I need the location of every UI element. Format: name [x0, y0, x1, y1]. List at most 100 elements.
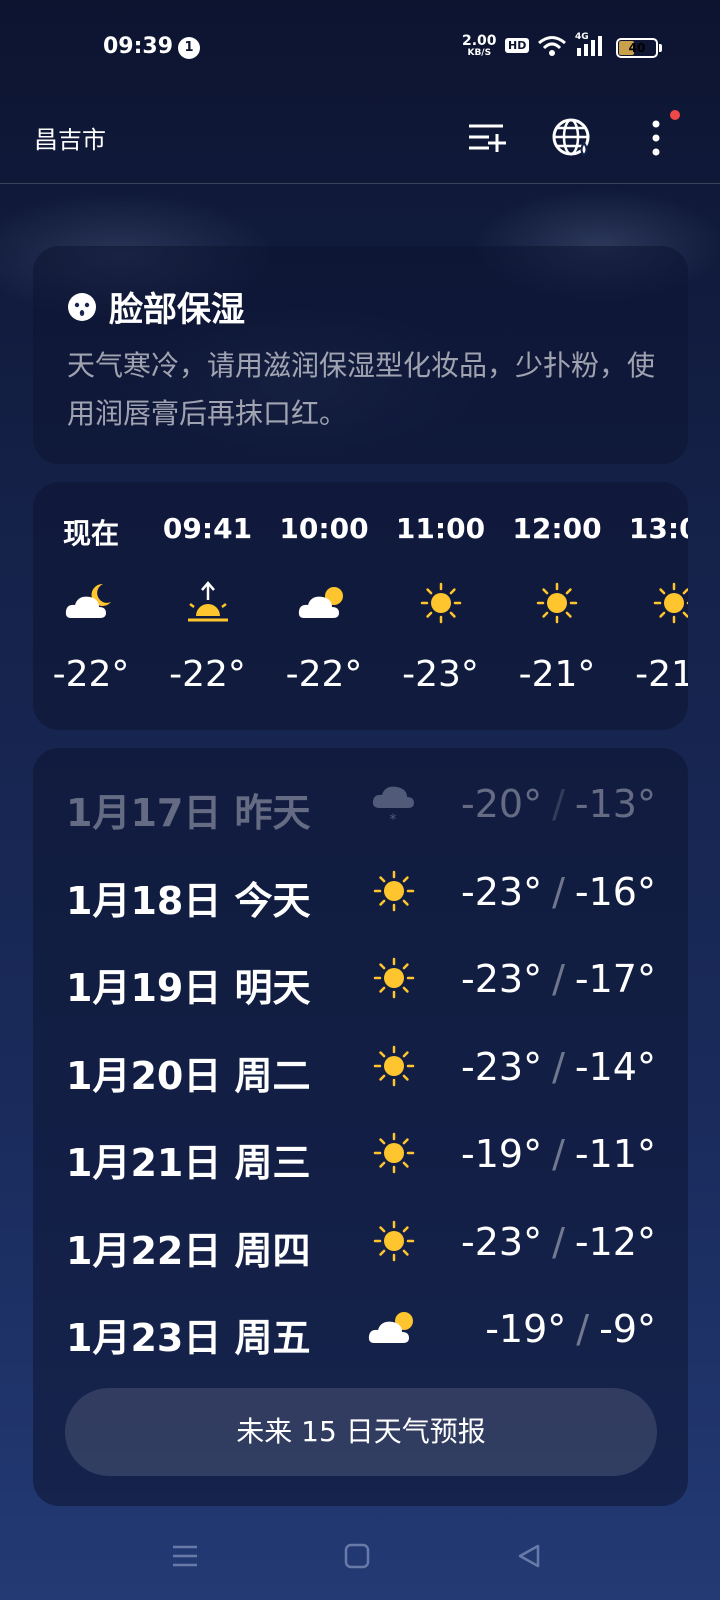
- tip-card[interactable]: 脸部保湿 天气寒冷，请用滋润保湿型化妆品，少扑粉，使用润唇膏后再抹口红。: [33, 246, 688, 464]
- sun-icon: [366, 1128, 422, 1178]
- partly-cloudy-night-icon: [63, 578, 119, 626]
- sun-icon: [366, 1041, 422, 1091]
- sun-icon: [366, 953, 422, 1003]
- network-speed: 2.00 KB/S: [462, 34, 497, 58]
- temp-separator: /: [552, 782, 565, 826]
- day-high: -11°: [574, 1132, 656, 1176]
- hour-column: 12:00 -21°: [499, 482, 615, 730]
- hour-temp: -21°: [635, 654, 688, 695]
- city-name[interactable]: 昌吉市: [34, 120, 106, 155]
- partly-cloudy-icon: [366, 1303, 422, 1353]
- status-time: 09:39: [103, 34, 174, 59]
- notification-badge: 1: [178, 37, 200, 59]
- day-row[interactable]: 1月20日 周二 -23° / -14°: [33, 1023, 688, 1111]
- day-row[interactable]: 1月21日 周三 -19° / -11°: [33, 1110, 688, 1198]
- tip-title: 脸部保湿: [109, 290, 245, 330]
- svg-text:*: *: [390, 812, 397, 828]
- day-date: 1月23日 周五: [66, 1316, 311, 1360]
- hour-temp: -22°: [285, 654, 363, 695]
- tip-title-row: 脸部保湿: [67, 282, 245, 331]
- sun-icon: [529, 578, 585, 626]
- tip-text: 天气寒冷，请用滋润保湿型化妆品，少扑粉，使用润唇膏后再抹口红。: [67, 349, 656, 430]
- battery-icon: 40: [616, 38, 658, 58]
- day-low: -23°: [461, 957, 543, 1001]
- day-low: -19°: [461, 1132, 543, 1176]
- day-temps: -23° / -12°: [461, 1220, 656, 1264]
- hour-label: 现在: [62, 517, 119, 550]
- day-temps: -23° / -16°: [461, 870, 656, 914]
- temp-separator: /: [552, 957, 565, 1001]
- day-high: -9°: [599, 1307, 656, 1351]
- hourly-forecast-card[interactable]: 现在 -22° 09:41 -22° 10:00 -22° 11:00 -23°…: [33, 482, 688, 730]
- hour-label: 11:00: [395, 512, 486, 545]
- notification-dot: [670, 110, 680, 120]
- temp-separator: /: [552, 1132, 565, 1176]
- day-high: -12°: [574, 1219, 656, 1264]
- status-bar: 09:39 1 2.00 KB/S HD 4G 40: [0, 0, 720, 96]
- sun-icon: [646, 578, 688, 626]
- day-low: -23°: [461, 1044, 543, 1089]
- hour-column: 10:00 -22°: [266, 482, 382, 730]
- day-date: 1月18日 今天: [66, 878, 311, 923]
- day-low: -23°: [461, 1219, 543, 1264]
- day-low: -23°: [461, 869, 543, 914]
- home-nav-icon[interactable]: [333, 1532, 381, 1580]
- more-icon[interactable]: [632, 114, 680, 162]
- day-temps: -23° / -17°: [461, 957, 656, 1001]
- sunrise-icon: [180, 578, 236, 626]
- forecast-15-day-button[interactable]: 未来 15 日天气预报: [65, 1388, 657, 1476]
- day-row[interactable]: 1月23日 周五 -19° / -9°: [33, 1285, 688, 1373]
- day-row[interactable]: 1月22日 周四 -23° / -12°: [33, 1198, 688, 1286]
- battery-cap: [659, 44, 662, 52]
- hour-label: 12:00: [512, 512, 602, 545]
- sun-icon: [413, 578, 469, 626]
- hour-temp: -21°: [518, 654, 596, 695]
- day-date: 1月21日 周三: [66, 1141, 311, 1185]
- hour-temp: -22°: [169, 654, 246, 695]
- hour-label: 10:00: [279, 512, 369, 545]
- day-low: -20°: [461, 782, 543, 826]
- hour-column: 现在 -22°: [33, 482, 149, 730]
- day-temps: -20° / -13°: [461, 782, 656, 826]
- partly-cloudy-icon: [296, 578, 352, 626]
- network-speed-value: 2.00: [462, 33, 497, 49]
- day-low: -19°: [485, 1307, 567, 1351]
- day-temps: -19° / -9°: [485, 1307, 656, 1351]
- temp-separator: /: [552, 1044, 565, 1089]
- temp-separator: /: [552, 869, 565, 914]
- day-row[interactable]: 1月18日 今天 -23° / -16°: [33, 848, 688, 936]
- menu-nav-icon[interactable]: [161, 1532, 209, 1580]
- day-date: 1月22日 周四: [66, 1228, 311, 1273]
- sun-icon: [366, 866, 422, 916]
- sun-icon: [366, 1216, 422, 1266]
- hour-label: 09:41: [162, 512, 253, 545]
- day-high: -16°: [574, 869, 656, 914]
- day-high: -13°: [574, 782, 656, 826]
- temp-separator: /: [552, 1219, 565, 1264]
- navigation-bar: [0, 1520, 720, 1600]
- globe-icon[interactable]: [548, 114, 596, 162]
- day-row[interactable]: 1月19日 明天 -23° / -17°: [33, 935, 688, 1023]
- hour-label: 13:00: [628, 512, 688, 545]
- signal-icon: 4G: [575, 32, 609, 58]
- snow-icon: *: [366, 778, 422, 828]
- day-high: -14°: [574, 1044, 656, 1089]
- back-nav-icon[interactable]: [505, 1532, 553, 1580]
- day-date: 1月17日 昨天: [66, 791, 311, 835]
- add-city-icon[interactable]: [463, 114, 511, 162]
- day-row[interactable]: 1月17日 昨天 * -20° / -13°: [33, 760, 688, 848]
- day-temps: -19° / -11°: [461, 1132, 656, 1176]
- day-temps: -23° / -14°: [461, 1045, 656, 1089]
- temp-separator: /: [576, 1307, 590, 1351]
- hour-column: 11:00 -23°: [383, 482, 499, 730]
- battery-level: 40: [628, 41, 646, 55]
- hd-badge: HD: [505, 38, 530, 53]
- network-speed-unit: KB/S: [467, 48, 492, 58]
- day-date: 1月20日 周二: [66, 1053, 311, 1098]
- hour-column: 09:41 -22°: [150, 482, 266, 730]
- hour-column: 13:00 -21°: [616, 482, 688, 730]
- wifi-icon: [538, 36, 566, 56]
- app-header: 昌吉市: [0, 96, 720, 184]
- hour-temp: -22°: [52, 654, 130, 695]
- day-date: 1月19日 明天: [66, 966, 311, 1010]
